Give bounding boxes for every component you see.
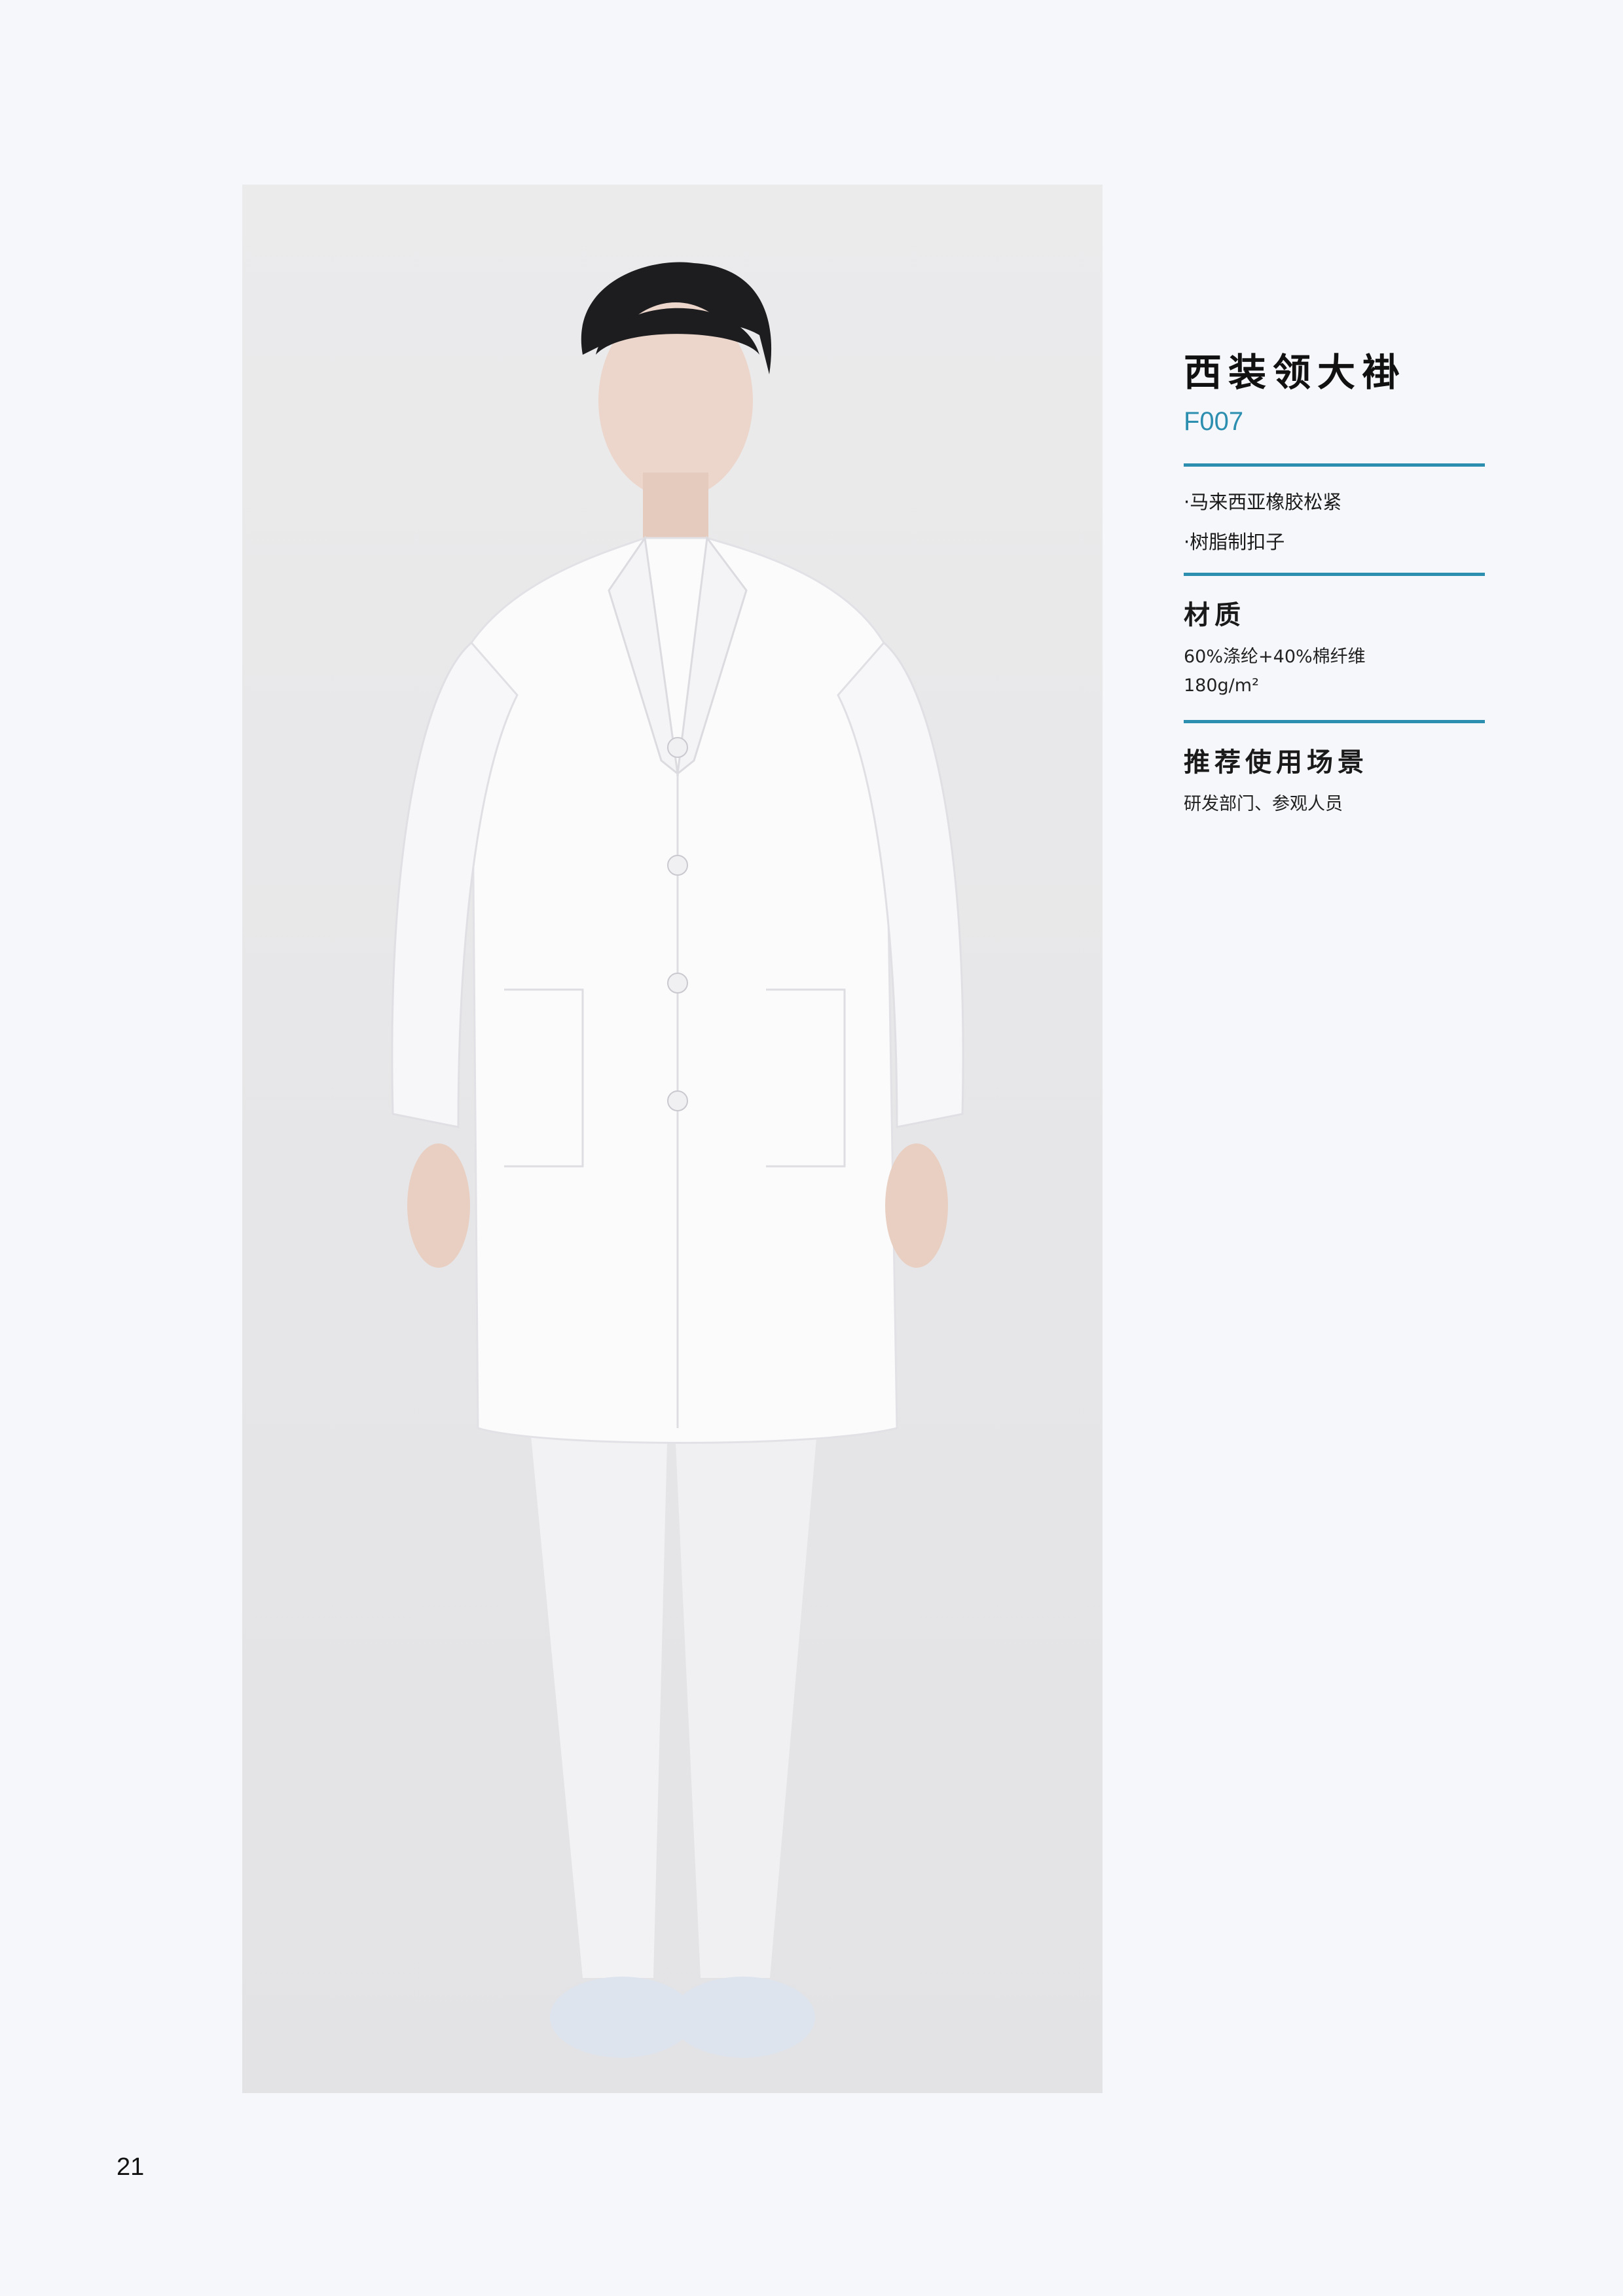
feature-item: ·树脂制扣子: [1184, 531, 1285, 553]
product-title: 西装领大褂: [1184, 350, 1407, 395]
model-illustration: [391, 262, 964, 2058]
usage-heading: 推荐使用场景: [1184, 747, 1368, 778]
material-line: 180g/m²: [1184, 675, 1259, 696]
material-details: 60%涤纶+40%棉纤维 180g/m²: [1184, 643, 1485, 700]
usage-text: 研发部门、参观人员: [1184, 794, 1343, 814]
product-photo: [242, 185, 1103, 2093]
product-info-panel: 西装领大褂 F007 ·马来西亚橡胶松紧 ·树脂制扣子 材质 60%涤纶+40%…: [1184, 353, 1485, 819]
feature-list: ·马来西亚橡胶松紧 ·树脂制扣子: [1184, 493, 1485, 552]
material-line: 60%涤纶+40%棉纤维: [1184, 647, 1366, 667]
page-number: 21: [117, 2153, 145, 2181]
feature-item: ·马来西亚橡胶松紧: [1184, 491, 1342, 513]
divider: [1184, 573, 1485, 576]
material-heading: 材质: [1184, 600, 1245, 630]
product-code: F007: [1184, 407, 1244, 436]
divider: [1184, 720, 1485, 723]
divider: [1184, 463, 1485, 467]
